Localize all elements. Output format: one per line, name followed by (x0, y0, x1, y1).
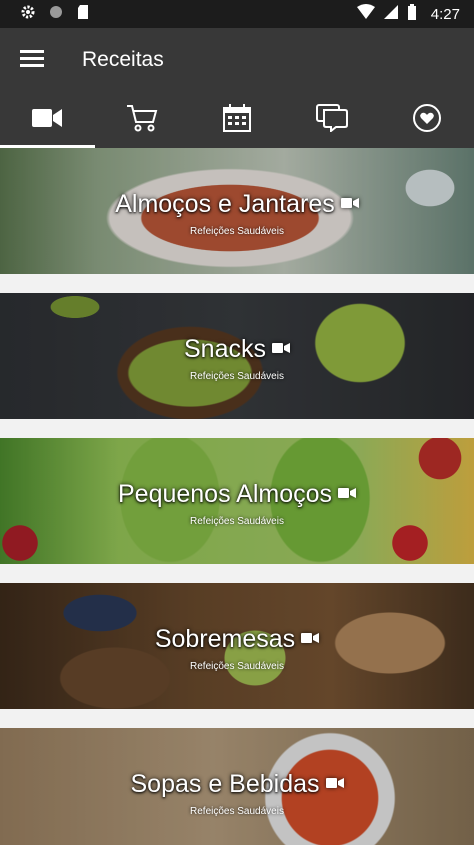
status-left-icons (20, 4, 90, 25)
calendar-icon (222, 103, 252, 138)
status-bar: 4:27 (0, 0, 474, 28)
tab-videos[interactable] (0, 92, 95, 148)
shopping-cart-icon (126, 103, 158, 138)
tab-favorites[interactable] (379, 92, 474, 148)
category-title: Snacks (184, 335, 266, 363)
tab-calendar[interactable] (190, 92, 285, 148)
category-title: Almoços e Jantares (115, 190, 335, 218)
battery-icon (407, 4, 417, 24)
category-card-snacks[interactable]: Snacks Refeições Saudáveis (0, 293, 474, 419)
status-time: 4:27 (430, 5, 460, 23)
category-title: Sopas e Bebidas (130, 770, 320, 798)
category-subtitle: Refeições Saudáveis (190, 226, 284, 237)
category-subtitle: Refeições Saudáveis (190, 371, 284, 382)
category-subtitle: Refeições Saudáveis (190, 661, 284, 672)
app-bar: Receitas (0, 28, 474, 92)
category-title: Pequenos Almoços (117, 480, 333, 508)
status-right-icons: 4:27 (356, 4, 460, 24)
sd-card-icon (76, 4, 90, 25)
video-camera-icon (301, 631, 320, 649)
page-title: Receitas (82, 48, 164, 71)
chat-icon (315, 103, 348, 137)
tab-messages[interactable] (284, 92, 379, 148)
video-camera-icon (340, 196, 359, 214)
video-camera-icon (271, 341, 290, 359)
category-card-almocos-jantares[interactable]: Almoços e Jantares Refeições Saudáveis (0, 148, 474, 274)
hamburger-menu-icon (20, 49, 44, 72)
category-title: Sobremesas (154, 625, 296, 653)
category-card-pequenos-almocos[interactable]: Pequenos Almoços Refeições Saudáveis (0, 438, 474, 564)
video-camera-icon (338, 486, 357, 504)
heart-icon (412, 103, 442, 138)
video-camera-icon (325, 776, 344, 794)
wifi-icon (356, 4, 375, 24)
signal-icon (383, 4, 399, 24)
category-subtitle: Refeições Saudáveis (190, 806, 284, 817)
tab-bar (0, 92, 474, 148)
tab-shopping-list[interactable] (95, 92, 190, 148)
category-card-sobremesas[interactable]: Sobremesas Refeições Saudáveis (0, 583, 474, 709)
category-subtitle: Refeições Saudáveis (190, 516, 284, 527)
settings-icon (20, 4, 36, 25)
menu-button[interactable] (0, 28, 64, 92)
video-camera-icon (31, 107, 63, 134)
circle-icon (48, 4, 64, 25)
category-card-sopas-bebidas[interactable]: Sopas e Bebidas Refeições Saudáveis (0, 728, 474, 845)
